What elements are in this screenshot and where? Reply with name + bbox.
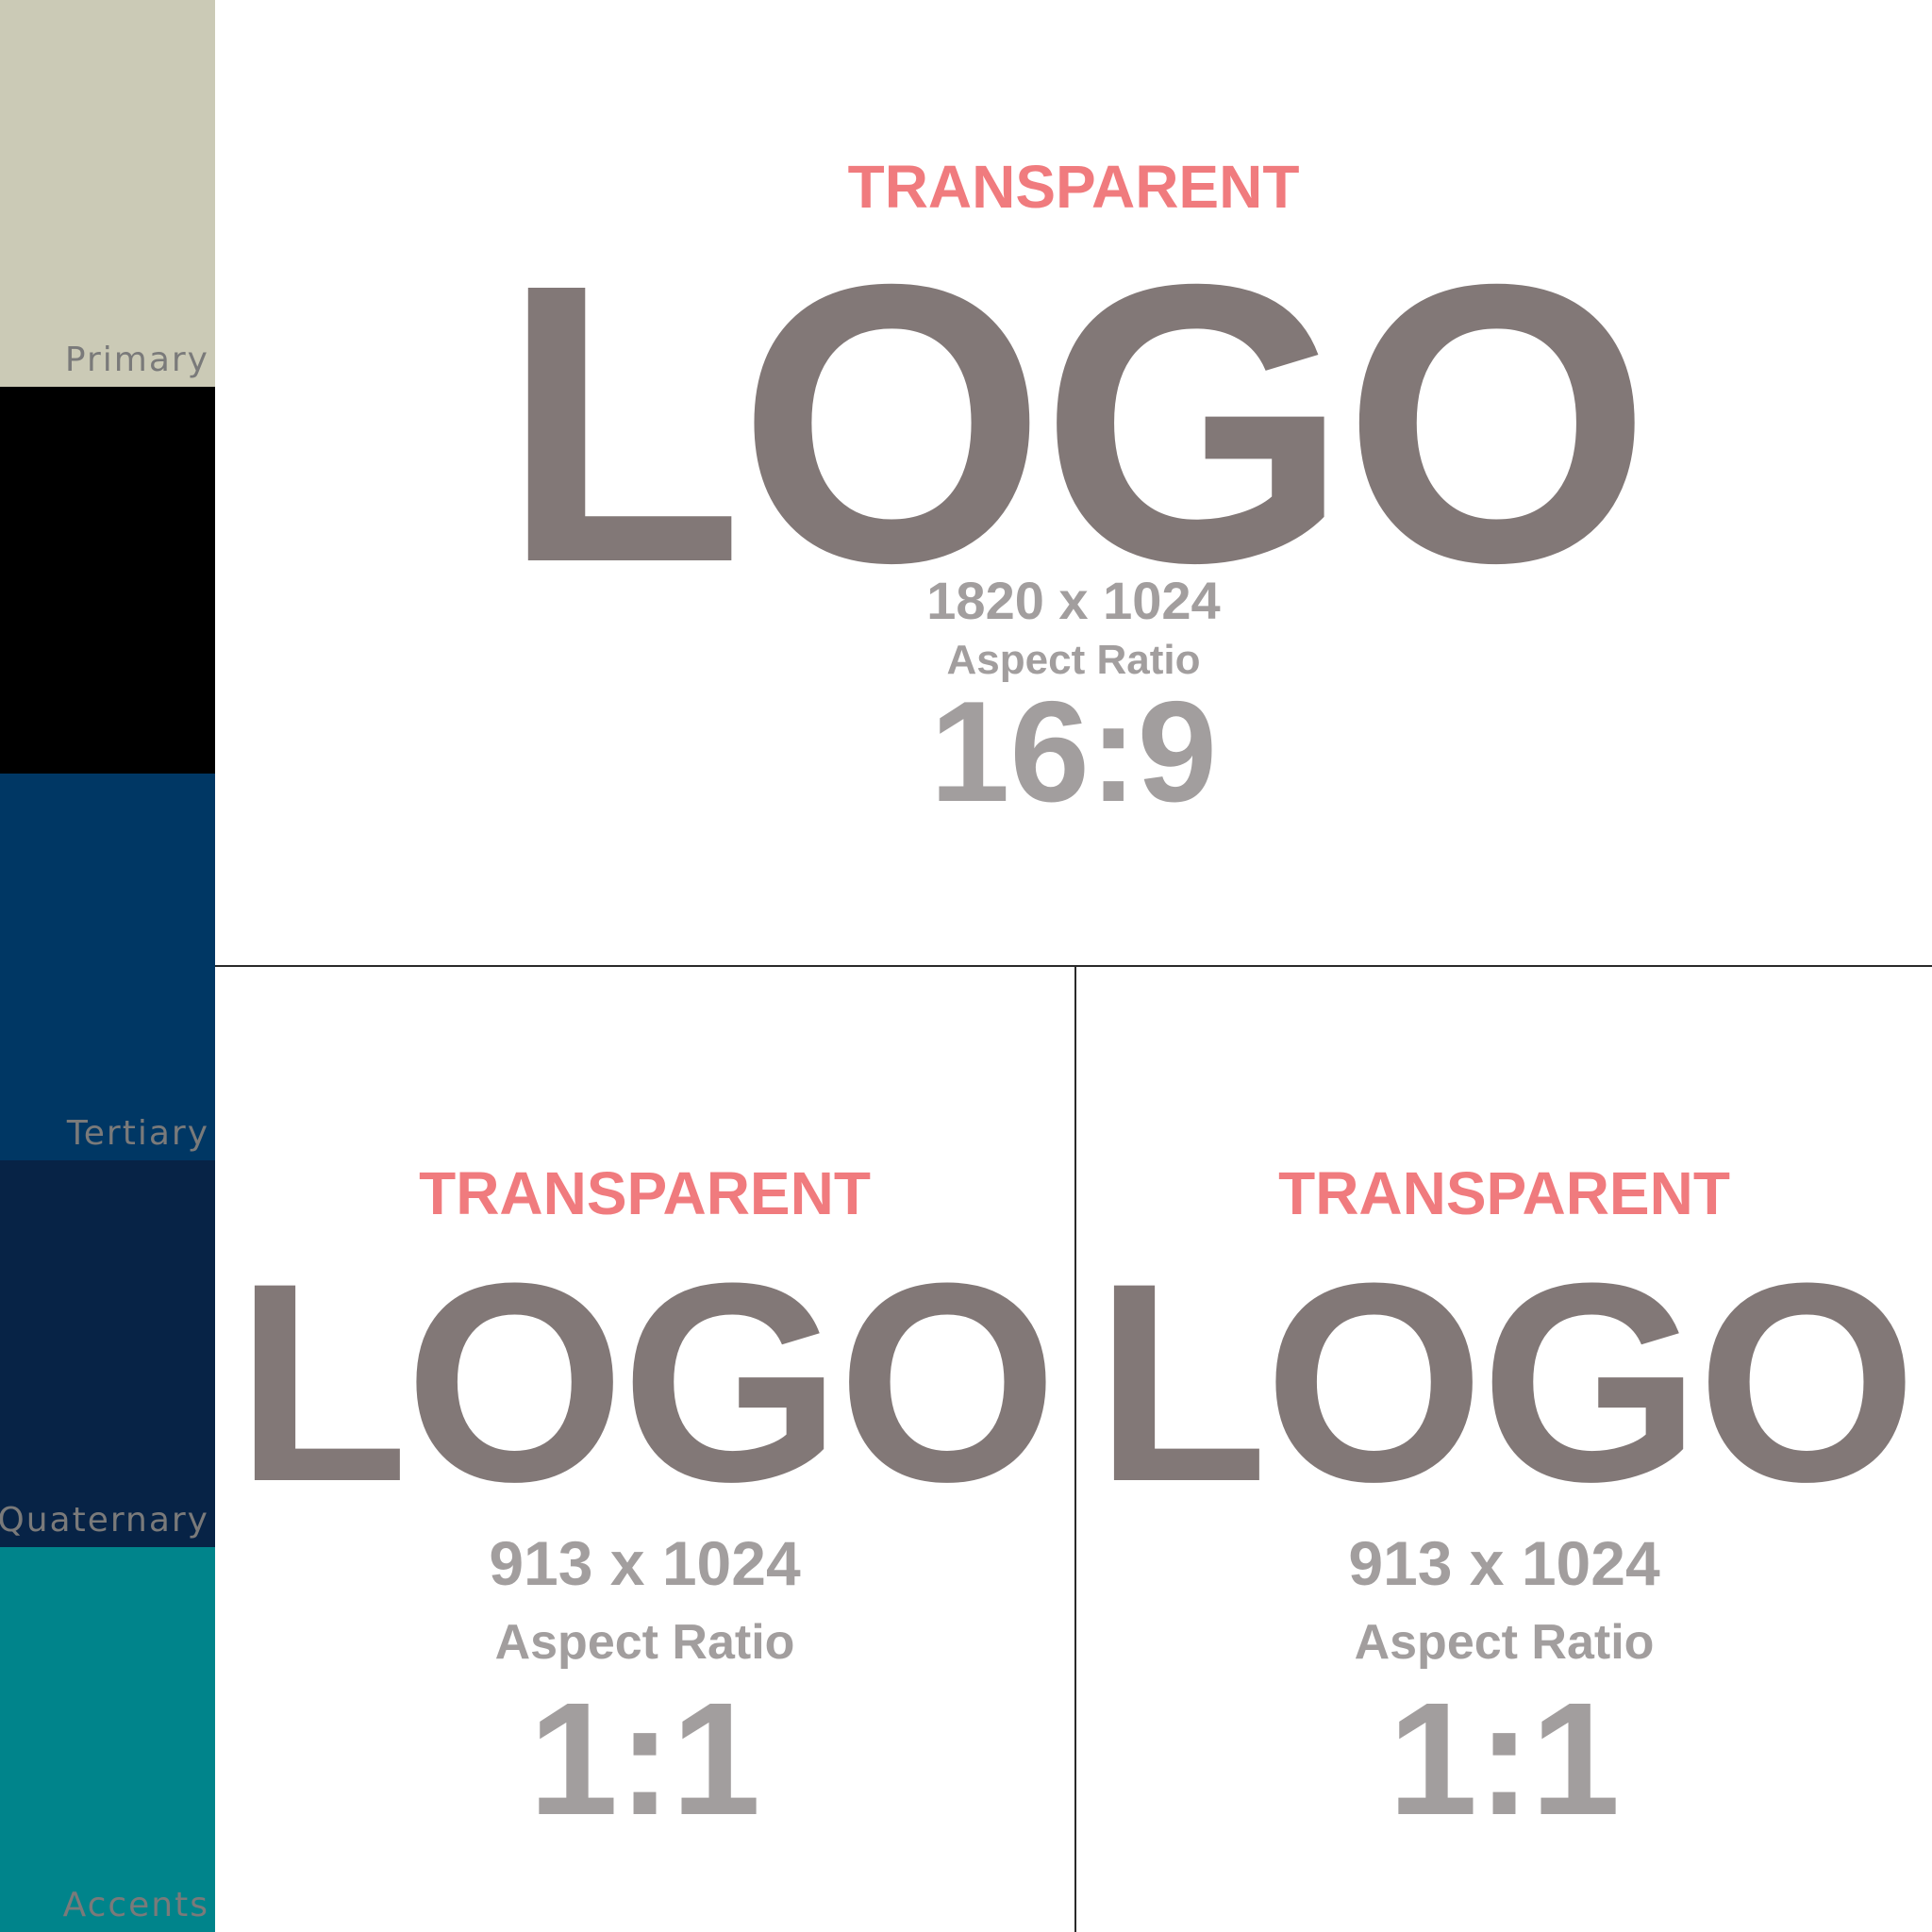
swatch-label: Quaternary — [0, 1501, 209, 1540]
swatch-label: Primary — [64, 341, 209, 379]
aspect-ratio-label: Aspect Ratio — [494, 1615, 795, 1670]
aspect-ratio-value: 16:9 — [929, 672, 1218, 832]
swatch-quaternary: Quaternary — [0, 1160, 215, 1547]
transparent-badge: TRANSPARENT — [419, 1159, 871, 1227]
logo-panel-square-left: TRANSPARENT LOGO 913 x 1024 Aspect Ratio… — [215, 967, 1074, 1932]
swatch-label: Accents — [62, 1886, 209, 1924]
swatch-primary: Primary — [0, 0, 215, 387]
aspect-ratio-value: 1:1 — [1388, 1670, 1621, 1849]
swatch-secondary — [0, 387, 215, 774]
aspect-ratio-value: 1:1 — [528, 1670, 761, 1849]
swatch-accents: Accents — [0, 1547, 215, 1932]
dimensions-label: 913 x 1024 — [489, 1528, 801, 1598]
color-swatch-column: Primary Tertiary Quaternary Accents — [0, 0, 215, 1932]
logo-placeholder: LOGO — [501, 203, 1652, 645]
logo-placeholder: LOGO — [235, 1224, 1058, 1541]
swatch-label: Tertiary — [66, 1114, 209, 1153]
aspect-ratio-label: Aspect Ratio — [1354, 1615, 1655, 1670]
transparent-badge: TRANSPARENT — [1278, 1159, 1730, 1227]
dimensions-label: 1820 x 1024 — [926, 571, 1221, 630]
logo-placeholder: LOGO — [1094, 1224, 1917, 1541]
swatch-tertiary: Tertiary — [0, 774, 215, 1160]
logo-panel-wide: TRANSPARENT LOGO 1820 x 1024 Aspect Rati… — [215, 0, 1932, 967]
logo-panel-square-right: TRANSPARENT LOGO 913 x 1024 Aspect Ratio… — [1076, 967, 1932, 1932]
dimensions-label: 913 x 1024 — [1348, 1528, 1660, 1598]
